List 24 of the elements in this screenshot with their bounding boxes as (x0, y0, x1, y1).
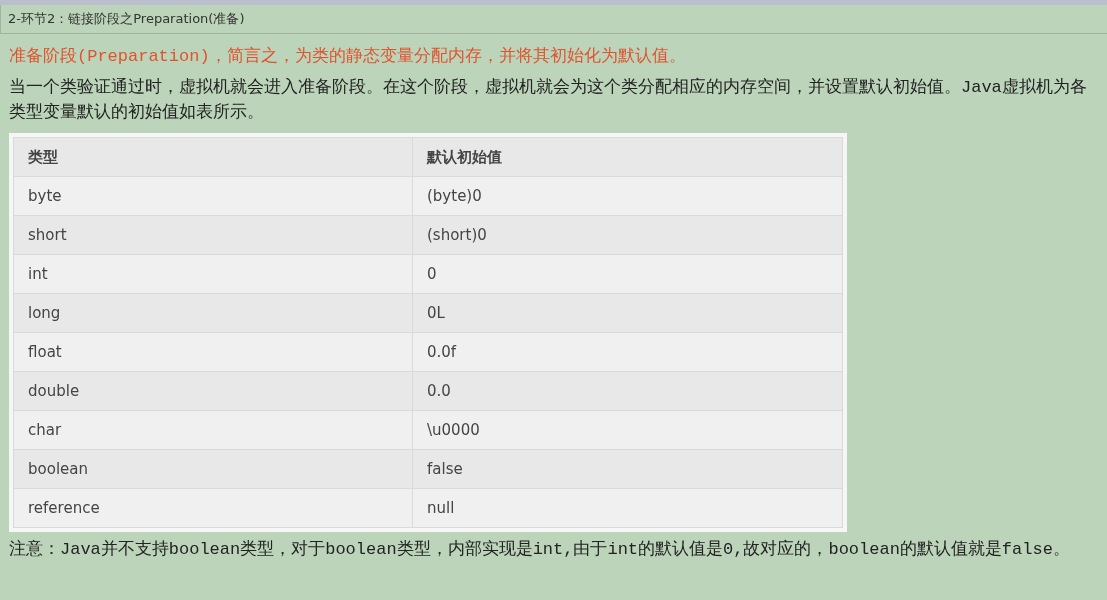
table-cell: char (13, 410, 413, 450)
table-cell: short (13, 215, 413, 255)
table-cell: null (412, 488, 843, 528)
table-cell: float (13, 332, 413, 372)
table-cell: boolean (13, 449, 413, 489)
table-cell: 0 (412, 254, 843, 294)
table-cell: (byte)0 (412, 176, 843, 216)
table-cell: long (13, 293, 413, 333)
table-cell: 0.0 (412, 371, 843, 411)
section-title: 2-环节2：链接阶段之Preparation(准备) (0, 5, 1107, 34)
column-header: 类型 (13, 137, 413, 177)
table-cell: false (412, 449, 843, 489)
table-cell: int (13, 254, 413, 294)
column-header: 默认初始值 (412, 137, 843, 177)
intro-paragraph: 当一个类验证通过时，虚拟机就会进入准备阶段。在这个阶段，虚拟机就会为这个类分配相应的内存空间，并设置默认初始值。Java虚拟机为各类型变量默认的初始值如表所示。 (9, 76, 1088, 124)
table-cell: 0.0f (412, 332, 843, 372)
table-cell: reference (13, 488, 413, 528)
table-cell: 0L (412, 293, 843, 333)
table-cell: double (13, 371, 413, 411)
highlight-text: 准备阶段(Preparation)，简言之，为类的静态变量分配内存，并将其初始化为默认值。 (9, 45, 687, 68)
note-paragraph: 注意：Java并不支持boolean类型，对于boolean类型，内部实现是int,由于int的默认值是0,故对应的，boolean的默认值就是false。 (9, 538, 1071, 561)
table-cell: \u0000 (412, 410, 843, 450)
table-cell: (short)0 (412, 215, 843, 255)
table-cell: byte (13, 176, 413, 216)
